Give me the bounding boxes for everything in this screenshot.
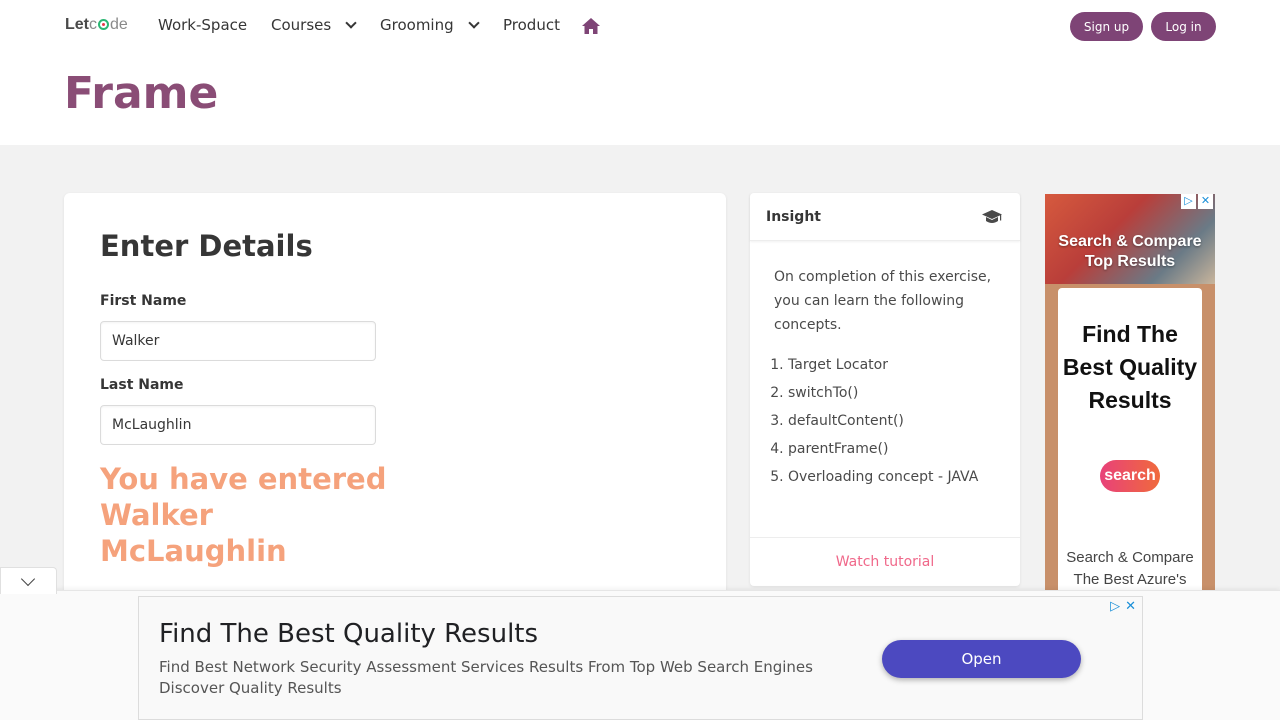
ad-panel: Find The Best Quality Results search Sea… — [1058, 288, 1202, 594]
list-item: Overloading concept - JAVA — [788, 465, 998, 489]
watch-tutorial-link[interactable]: Watch tutorial — [836, 554, 935, 570]
bottom-ad-title: Find The Best Quality Results — [159, 619, 539, 649]
logo-text-rest: de — [110, 16, 128, 33]
list-item: switchTo() — [788, 381, 998, 405]
nav-grooming-dropdown[interactable]: Grooming — [380, 16, 480, 34]
entered-result-line2: Walker — [100, 498, 213, 532]
open-button[interactable]: Open — [882, 640, 1081, 678]
nav-courses-label: Courses — [271, 16, 332, 34]
ad-headline: Search & Compare Top Results — [1058, 233, 1202, 270]
insight-concepts-list: Target Locator switchTo() defaultContent… — [788, 353, 998, 493]
chevron-down-icon — [345, 17, 357, 29]
bottom-advertisement[interactable]: Find The Best Quality Results Find Best … — [138, 596, 1143, 720]
logo-text-let: Let — [65, 16, 89, 33]
signup-button[interactable]: Sign up — [1070, 12, 1143, 41]
insight-title: Insight — [766, 209, 821, 225]
ad-small-text: Search & Compare The Best Azure's Data M… — [1066, 549, 1194, 594]
ad-badges: ▷ ✕ — [1181, 194, 1213, 209]
close-icon[interactable]: ✕ — [1125, 598, 1136, 614]
enter-details-card: Enter Details First Name Last Name You h… — [64, 193, 726, 613]
entered-result-line3: McLaughlin — [100, 534, 287, 568]
insight-description: On completion of this exercise, you can … — [774, 269, 992, 333]
list-item: defaultContent() — [788, 409, 998, 433]
insight-header: Insight — [750, 193, 1020, 241]
insight-footer: Watch tutorial — [750, 537, 1020, 586]
list-item: parentFrame() — [788, 437, 998, 461]
collapse-ad-button[interactable] — [0, 567, 57, 594]
bottom-ad-description: Find Best Network Security Assessment Se… — [159, 658, 813, 697]
search-logo: search — [1100, 460, 1160, 492]
graduation-cap-icon — [982, 210, 1002, 223]
hero-section: Frame — [0, 52, 1280, 145]
letcode-logo[interactable]: Letc de — [65, 16, 128, 34]
top-navbar: Letc de Work-Space Courses Grooming Produ… — [0, 0, 1280, 52]
login-button[interactable]: Log in — [1151, 12, 1216, 41]
last-name-input[interactable] — [100, 405, 376, 445]
ad-big-text: Find The Best Quality Results — [1062, 321, 1198, 413]
chevron-down-icon — [467, 17, 480, 29]
home-icon[interactable] — [582, 18, 600, 34]
logo-o-icon — [98, 19, 109, 30]
entered-result: You have entered Walker McLaughlin — [100, 461, 420, 569]
logo-text-c: c — [89, 16, 97, 33]
chevron-down-icon — [20, 571, 36, 587]
entered-result-line1: You have entered — [100, 462, 387, 496]
page-title: Frame — [64, 68, 219, 119]
insight-card: Insight On completion of this exercise, … — [750, 193, 1020, 586]
ad-choices-icon[interactable]: ▷ — [1110, 598, 1120, 614]
nav-work-space-label: Work-Space — [158, 16, 248, 34]
nav-grooming-label: Grooming — [380, 16, 454, 34]
first-name-input[interactable] — [100, 321, 376, 361]
nav-product[interactable]: Product — [503, 16, 560, 34]
side-advertisement[interactable]: Search & Compare Top Results ▷ ✕ Find Th… — [1045, 194, 1215, 594]
nav-work-space[interactable]: Work-Space — [158, 16, 247, 34]
first-name-label: First Name — [100, 293, 187, 309]
nav-product-label: Product — [503, 16, 560, 34]
last-name-label: Last Name — [100, 377, 184, 393]
card-title: Enter Details — [100, 229, 313, 263]
close-icon[interactable]: ✕ — [1198, 194, 1213, 209]
bottom-ad-badges: ▷ ✕ — [1110, 598, 1136, 614]
list-item: Target Locator — [788, 353, 998, 377]
nav-courses-dropdown[interactable]: Courses — [271, 16, 357, 34]
ad-choices-icon[interactable]: ▷ — [1181, 194, 1196, 209]
